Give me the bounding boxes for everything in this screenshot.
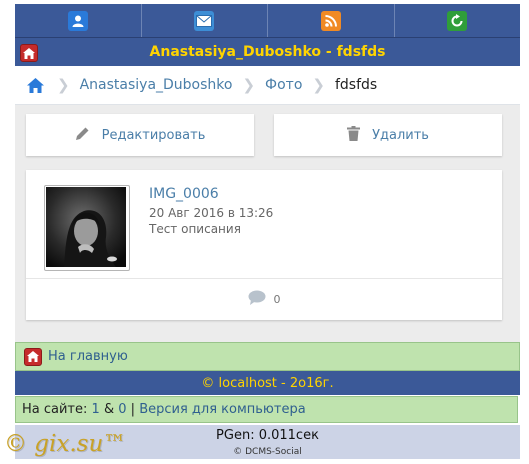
edit-button-label: Редактировать bbox=[101, 127, 206, 143]
home-link[interactable]: На главную bbox=[48, 349, 128, 364]
home-icon[interactable] bbox=[20, 44, 38, 62]
edit-button[interactable]: Редактировать bbox=[26, 114, 254, 156]
mail-icon bbox=[194, 10, 215, 31]
online-guests-link[interactable]: 0 bbox=[118, 402, 126, 417]
page-title: Anastasiya_Duboshko - fdsfds bbox=[149, 44, 386, 60]
profile-button[interactable] bbox=[15, 4, 142, 37]
online-users-link[interactable]: 1 bbox=[92, 402, 100, 417]
comment-icon bbox=[248, 290, 266, 309]
breadcrumb-current: fdsfds bbox=[334, 77, 378, 93]
delete-button-label: Удалить bbox=[372, 127, 429, 143]
online-amp: & bbox=[103, 402, 115, 417]
home-link-bar: На главную bbox=[15, 342, 520, 371]
online-separator: | bbox=[130, 402, 136, 417]
breadcrumb-chevron-icon: ❯ bbox=[57, 76, 70, 94]
photo-description: Тест описания bbox=[149, 222, 241, 236]
photo-name-link[interactable]: IMG_0006 bbox=[149, 186, 219, 202]
delete-button[interactable]: Удалить bbox=[274, 114, 502, 156]
breadcrumb-chevron-icon: ❯ bbox=[312, 76, 325, 94]
copyright-text: © localhost - 2o16г. bbox=[201, 375, 334, 391]
watermark: © gix.su™ bbox=[4, 431, 127, 457]
main-content: ❯ Anastasiya_Duboshko ❯ Фото ❯ fdsfds Ре… bbox=[15, 66, 520, 342]
desktop-version-link[interactable]: Версия для компьютера bbox=[139, 402, 305, 417]
refresh-button[interactable] bbox=[395, 4, 521, 37]
comments-link[interactable]: 0 bbox=[26, 279, 502, 319]
top-icon-bar bbox=[15, 4, 520, 38]
rss-button[interactable] bbox=[268, 4, 395, 37]
breadcrumb: ❯ Anastasiya_Duboshko ❯ Фото ❯ fdsfds bbox=[15, 66, 520, 105]
pencil-icon bbox=[75, 126, 90, 145]
refresh-icon bbox=[447, 10, 468, 31]
title-bar: Anastasiya_Duboshko - fdsfds bbox=[15, 38, 520, 66]
breadcrumb-photo-link[interactable]: Фото bbox=[265, 77, 302, 93]
photo-thumbnail[interactable] bbox=[44, 185, 130, 271]
breadcrumb-chevron-icon: ❯ bbox=[242, 76, 256, 94]
page: Anastasiya_Duboshko - fdsfds ❯ Anastasiy… bbox=[15, 4, 520, 464]
mail-button[interactable] bbox=[142, 4, 268, 37]
home-icon bbox=[24, 347, 42, 366]
credit-link[interactable]: © DCMS-Social bbox=[233, 447, 301, 457]
online-bar: На сайте: 1 & 0 | Версия для компьютера bbox=[15, 396, 518, 423]
breadcrumb-user-link[interactable]: Anastasiya_Duboshko bbox=[80, 77, 233, 93]
pgen-text: PGen: 0.011сек bbox=[216, 427, 319, 443]
photo-actions: Редактировать Удалить bbox=[26, 114, 502, 156]
copyright-bar: © localhost - 2o16г. bbox=[15, 371, 520, 395]
comments-count: 0 bbox=[273, 292, 281, 306]
photo-card: IMG_0006 20 Авг 2016 в 13:26 Тест описан… bbox=[26, 170, 502, 320]
breadcrumb-home-icon[interactable] bbox=[27, 77, 47, 93]
online-label: На сайте: bbox=[22, 402, 88, 417]
rss-icon bbox=[320, 10, 341, 31]
trash-icon bbox=[347, 125, 361, 145]
user-icon bbox=[67, 10, 88, 31]
photo-date: 20 Авг 2016 в 13:26 bbox=[149, 206, 274, 220]
